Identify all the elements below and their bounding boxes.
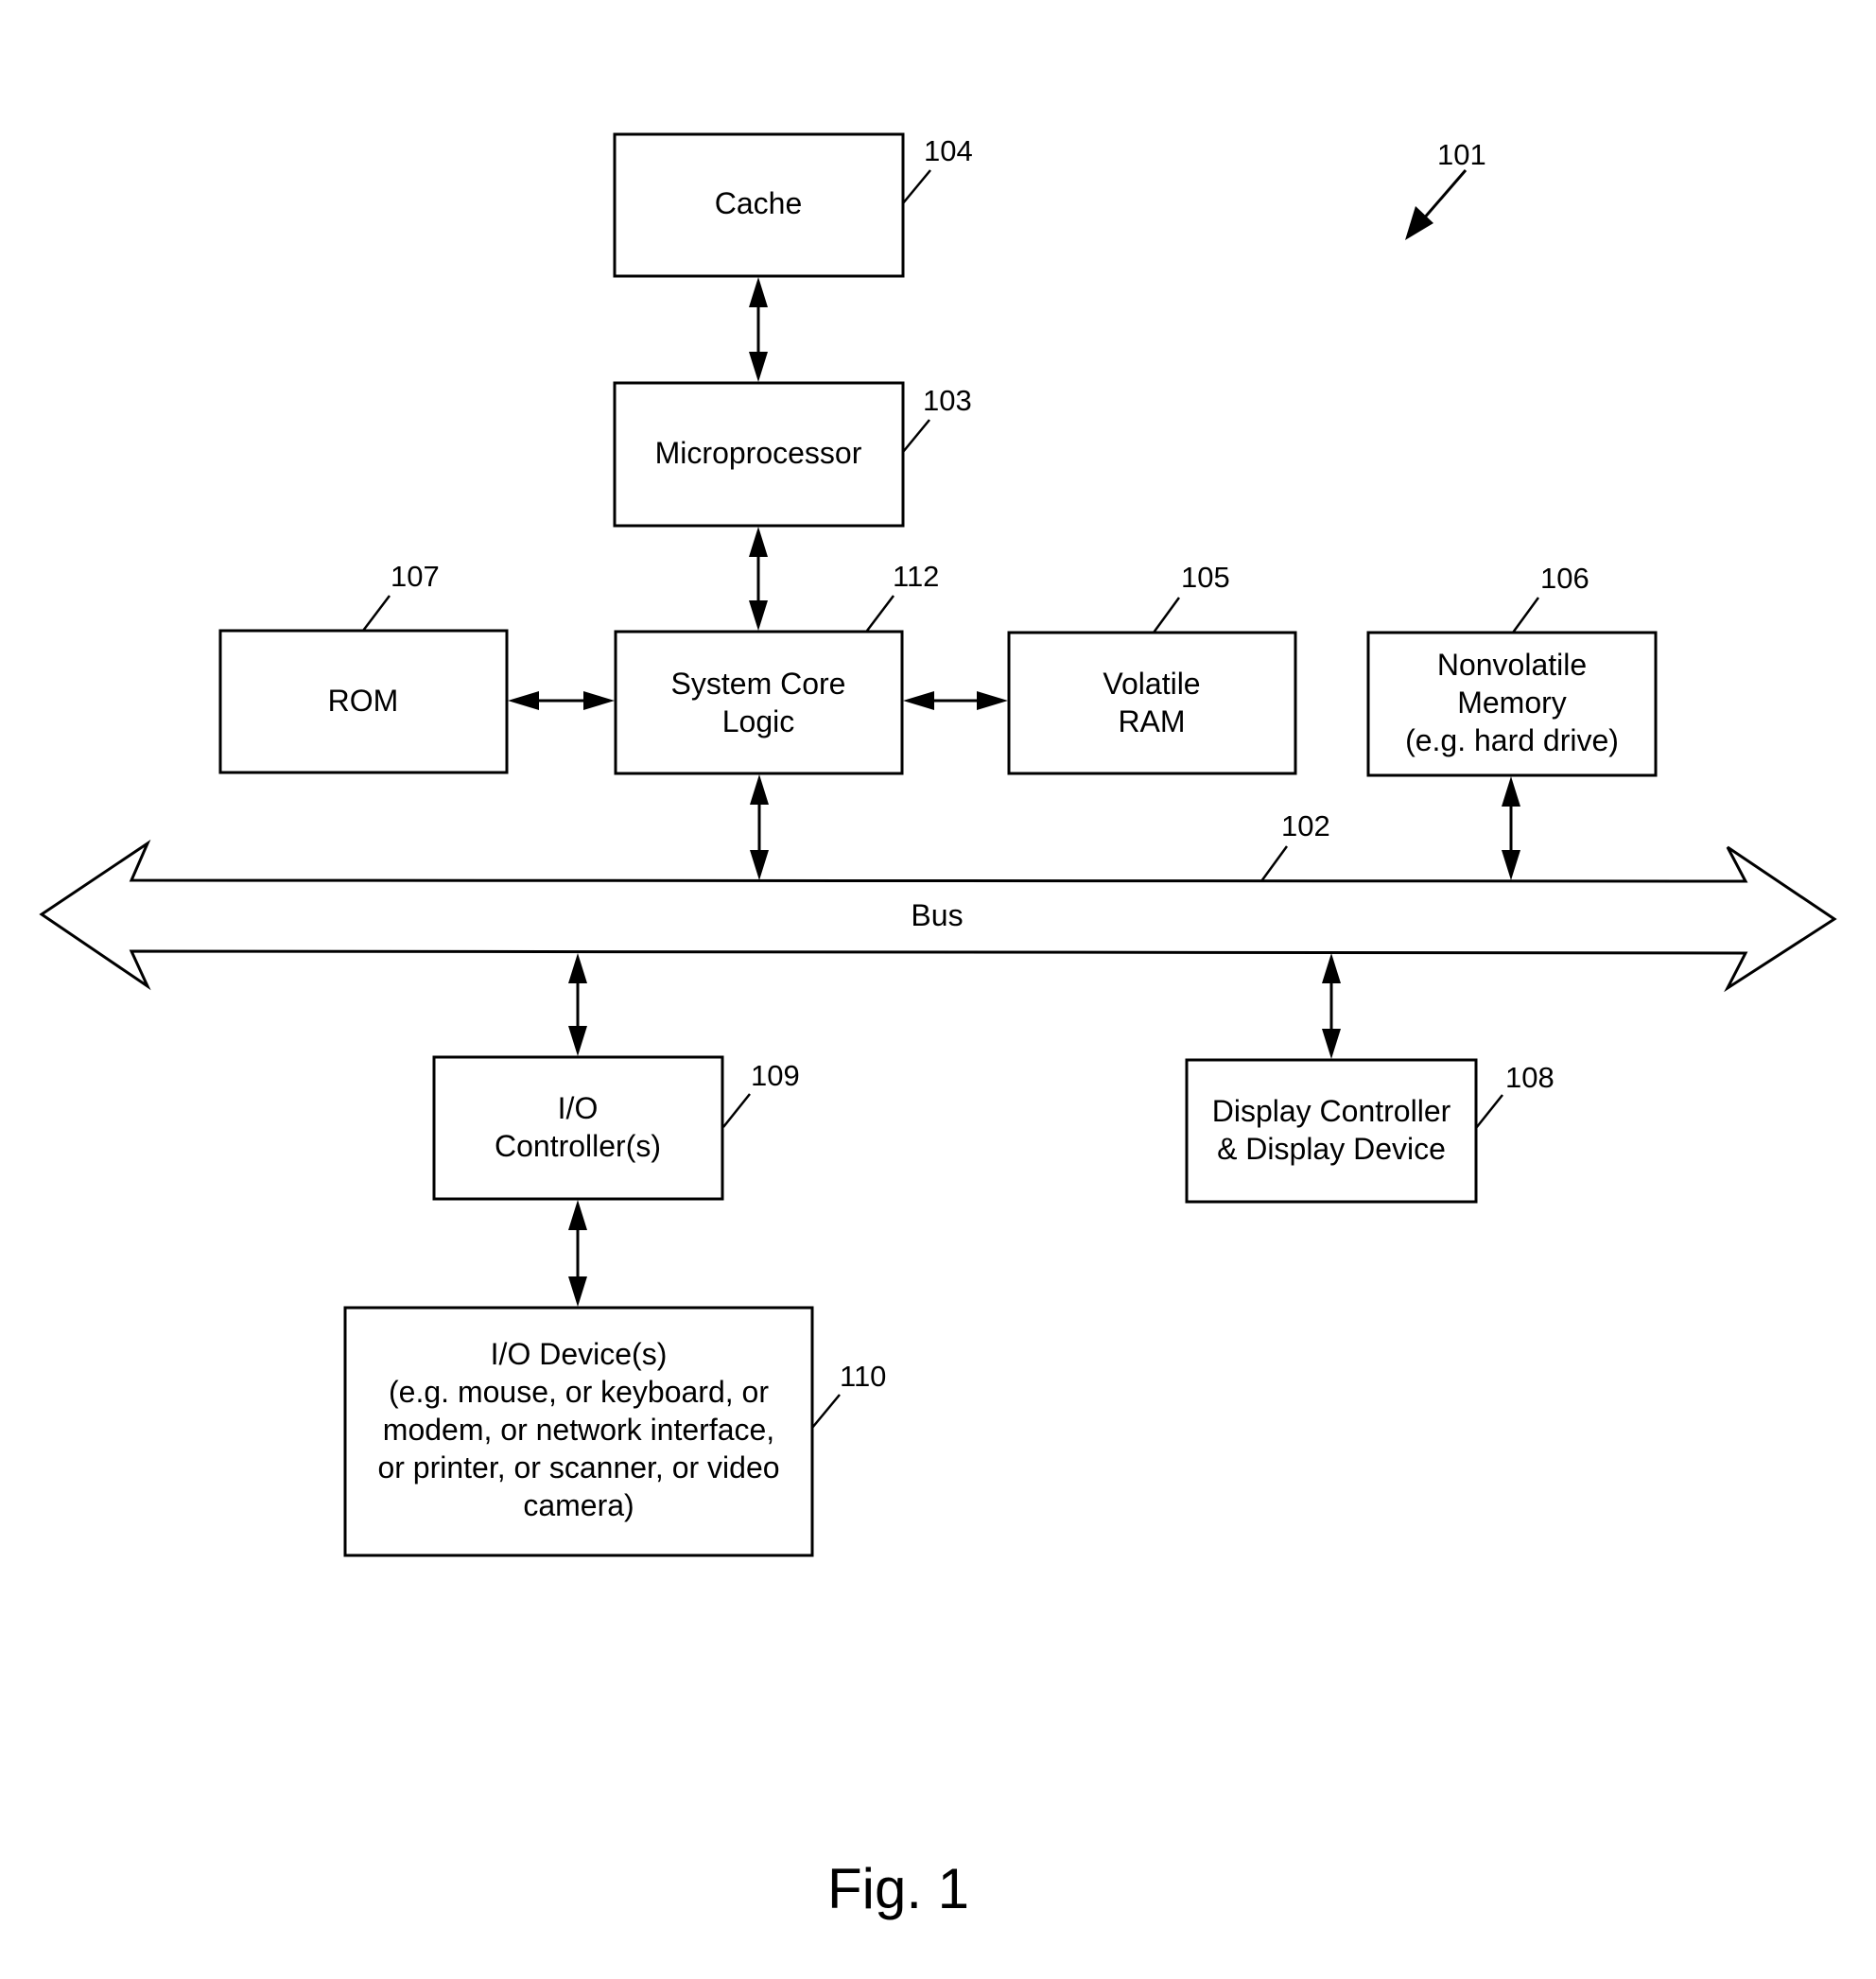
block-diagram: Cache Microprocessor ROM System Core Log… <box>39 132 1837 1920</box>
arrow-core-ram <box>903 691 1008 710</box>
ref-108: 108 <box>1505 1061 1555 1094</box>
system-core-logic-label-2: Logic <box>722 704 795 738</box>
io-controller-label-1: I/O <box>558 1091 599 1125</box>
ref-105: 105 <box>1181 561 1230 594</box>
arrow-nvm-bus <box>1502 776 1520 880</box>
ref-112: 112 <box>893 560 939 593</box>
ref-107: 107 <box>391 560 440 593</box>
arrow-io-controller-devices <box>568 1200 587 1307</box>
rom-label: ROM <box>328 684 399 718</box>
nvm-label-3: (e.g. hard drive) <box>1405 723 1619 757</box>
display-box <box>1185 1058 1478 1204</box>
arrow-rom-core <box>508 691 615 710</box>
io-devices-label-4: or printer, or scanner, or video <box>377 1450 779 1484</box>
io-devices-label-1: I/O Device(s) <box>491 1337 668 1371</box>
leader-103 <box>902 419 930 453</box>
display-label-2: & Display Device <box>1217 1132 1446 1166</box>
leader-108 <box>1475 1094 1503 1129</box>
nvm-label-2: Memory <box>1457 686 1567 720</box>
cache-label: Cache <box>715 186 803 220</box>
volatile-ram-label-2: RAM <box>1118 704 1185 738</box>
nvm-label-1: Nonvolatile <box>1437 648 1587 682</box>
leader-104 <box>902 169 931 204</box>
ref-109: 109 <box>751 1059 800 1092</box>
arrow-core-bus <box>750 774 769 880</box>
arrow-microprocessor-core <box>749 527 768 631</box>
volatile-ram-label-1: Volatile <box>1103 667 1200 701</box>
bus-label: Bus <box>911 898 963 932</box>
leader-110 <box>811 1394 841 1429</box>
leader-107 <box>362 595 391 632</box>
io-controller-box <box>432 1055 724 1201</box>
ref-101: 101 <box>1437 138 1486 171</box>
figure-caption: Fig. 1 <box>827 1857 969 1920</box>
ref-103: 103 <box>923 384 972 417</box>
leader-102 <box>1259 845 1289 882</box>
io-devices-label-3: modem, or network interface, <box>383 1413 774 1447</box>
io-devices-label-5: camera) <box>523 1488 634 1522</box>
leader-112 <box>866 595 895 632</box>
ref-110: 110 <box>840 1360 886 1393</box>
leader-106 <box>1511 597 1540 634</box>
ref-106: 106 <box>1540 562 1589 595</box>
display-label-1: Display Controller <box>1212 1094 1451 1128</box>
leader-109 <box>722 1093 751 1128</box>
ref-102: 102 <box>1281 809 1330 842</box>
microprocessor-label: Microprocessor <box>655 436 862 470</box>
io-controller-label-2: Controller(s) <box>495 1129 661 1163</box>
ref-104: 104 <box>924 134 973 167</box>
arrow-cache-microprocessor <box>749 277 768 382</box>
arrow-bus-display <box>1322 953 1341 1059</box>
leader-105 <box>1152 597 1181 634</box>
system-ref-arrow <box>1405 169 1468 240</box>
arrow-bus-io-controller <box>568 953 587 1056</box>
io-devices-label-2: (e.g. mouse, or keyboard, or <box>389 1375 769 1409</box>
volatile-ram-box <box>1007 631 1297 775</box>
system-core-logic-label-1: System Core <box>671 667 846 701</box>
system-core-logic-box <box>614 630 904 775</box>
